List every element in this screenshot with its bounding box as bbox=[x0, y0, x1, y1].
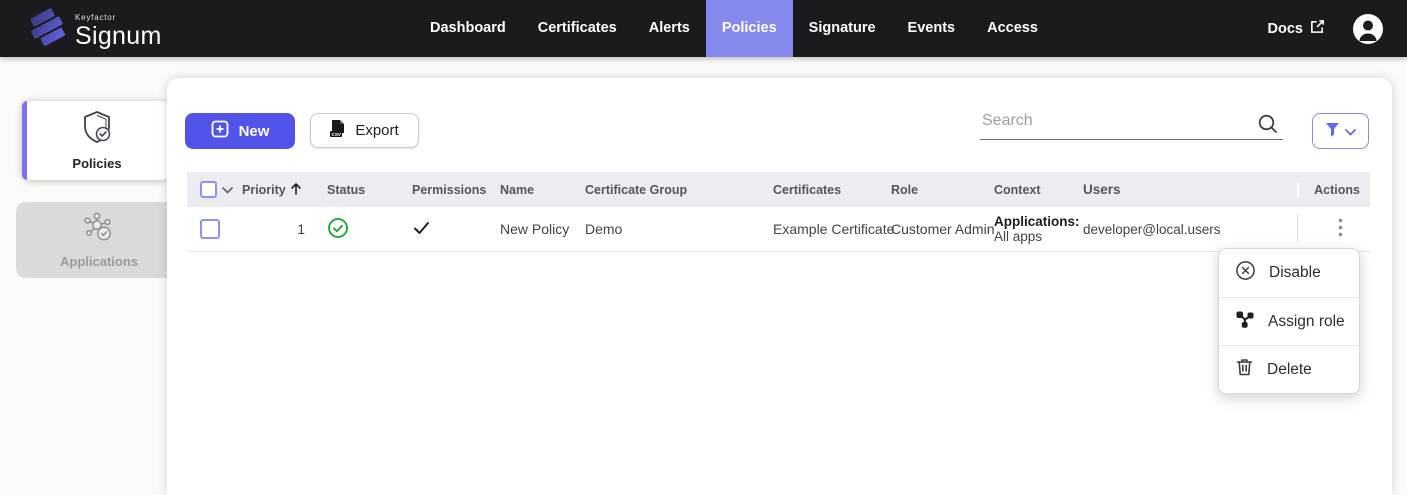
row-checkbox[interactable] bbox=[200, 219, 220, 239]
export-button-label: Export bbox=[355, 122, 398, 139]
cell-priority: 1 bbox=[239, 221, 319, 237]
cell-role: Customer Admin bbox=[883, 221, 986, 237]
search-field bbox=[980, 108, 1283, 140]
brand-logo: Keyfactor Signum bbox=[28, 7, 162, 55]
filter-button[interactable] bbox=[1312, 113, 1369, 149]
brand-keyfactor: Keyfactor bbox=[75, 13, 162, 22]
docs-label: Docs bbox=[1268, 21, 1303, 37]
new-button-label: New bbox=[239, 123, 270, 140]
column-header-context[interactable]: Context bbox=[986, 183, 1075, 197]
column-header-certificate-group[interactable]: Certificate Group bbox=[577, 183, 765, 197]
assign-role-icon bbox=[1235, 310, 1255, 334]
menu-item-disable[interactable]: Disable bbox=[1219, 249, 1359, 297]
sidebar-item-applications[interactable]: Applications bbox=[16, 202, 182, 278]
nav-item-signature[interactable]: Signature bbox=[793, 0, 892, 57]
cell-certificate-group: Demo bbox=[577, 221, 765, 237]
shield-check-icon bbox=[81, 110, 113, 149]
signum-logo-icon bbox=[28, 7, 66, 55]
sidebar-item-label: Policies bbox=[72, 156, 121, 171]
menu-item-delete[interactable]: Delete bbox=[1219, 345, 1359, 393]
svg-text:CSV: CSV bbox=[332, 132, 342, 137]
policies-panel: New CSV Export bbox=[167, 78, 1392, 495]
network-check-icon bbox=[82, 212, 116, 247]
nav-item-policies[interactable]: Policies bbox=[706, 0, 793, 57]
plus-square-icon bbox=[211, 120, 229, 142]
sidebar-item-label: Applications bbox=[60, 254, 138, 269]
select-menu-chevron-icon[interactable] bbox=[222, 183, 233, 197]
row-actions-menu: Disable Assign role Delete bbox=[1218, 248, 1360, 394]
brand-signum: Signum bbox=[75, 23, 162, 49]
column-header-actions: Actions bbox=[1297, 183, 1370, 197]
column-header-certificates[interactable]: Certificates bbox=[765, 183, 883, 197]
select-all-checkbox[interactable] bbox=[200, 181, 217, 198]
column-header-role[interactable]: Role bbox=[883, 183, 986, 197]
nav-item-events[interactable]: Events bbox=[892, 0, 972, 57]
table-header-row: Priority Status Permissions Name Certifi… bbox=[187, 172, 1370, 207]
main-nav: Dashboard Certificates Alerts Policies S… bbox=[414, 0, 1054, 57]
menu-item-assign-role[interactable]: Assign role bbox=[1219, 297, 1359, 345]
sort-ascending-icon bbox=[289, 181, 303, 199]
external-link-icon bbox=[1310, 19, 1325, 38]
column-header-status[interactable]: Status bbox=[319, 183, 404, 197]
status-enabled-icon bbox=[327, 217, 349, 242]
nav-item-certificates[interactable]: Certificates bbox=[522, 0, 633, 57]
column-header-users[interactable]: Users bbox=[1075, 182, 1297, 197]
top-navbar: Keyfactor Signum Dashboard Certificates … bbox=[0, 0, 1407, 57]
policies-table: Priority Status Permissions Name Certifi… bbox=[187, 172, 1370, 252]
cell-users: developer@local.users bbox=[1075, 222, 1297, 237]
column-header-permissions[interactable]: Permissions bbox=[404, 183, 492, 197]
cell-certificates: Example Certificate bbox=[765, 221, 883, 237]
csv-file-icon: CSV bbox=[330, 120, 345, 142]
export-button[interactable]: CSV Export bbox=[310, 113, 419, 148]
docs-link[interactable]: Docs bbox=[1268, 19, 1325, 38]
search-input[interactable] bbox=[980, 108, 1283, 140]
column-header-priority[interactable]: Priority bbox=[239, 181, 319, 199]
nav-item-access[interactable]: Access bbox=[971, 0, 1054, 57]
cell-context: Applications: All apps bbox=[994, 214, 1080, 244]
trash-icon bbox=[1235, 357, 1254, 382]
chevron-down-icon bbox=[1345, 124, 1356, 139]
search-icon bbox=[1257, 113, 1279, 140]
circle-x-icon bbox=[1235, 260, 1256, 286]
table-row: 1 New Policy Demo Example Certificate Cu… bbox=[187, 207, 1370, 252]
new-policy-button[interactable]: New bbox=[185, 113, 295, 149]
cell-name: New Policy bbox=[492, 221, 577, 237]
nav-item-alerts[interactable]: Alerts bbox=[633, 0, 706, 57]
user-avatar[interactable] bbox=[1353, 14, 1383, 44]
column-header-name[interactable]: Name bbox=[492, 183, 577, 197]
filter-funnel-icon bbox=[1325, 123, 1340, 140]
nav-item-dashboard[interactable]: Dashboard bbox=[414, 0, 522, 57]
sidebar-item-policies[interactable]: Policies bbox=[22, 101, 172, 180]
permissions-check-icon bbox=[412, 219, 431, 239]
row-actions-kebab-button[interactable] bbox=[1332, 214, 1349, 244]
